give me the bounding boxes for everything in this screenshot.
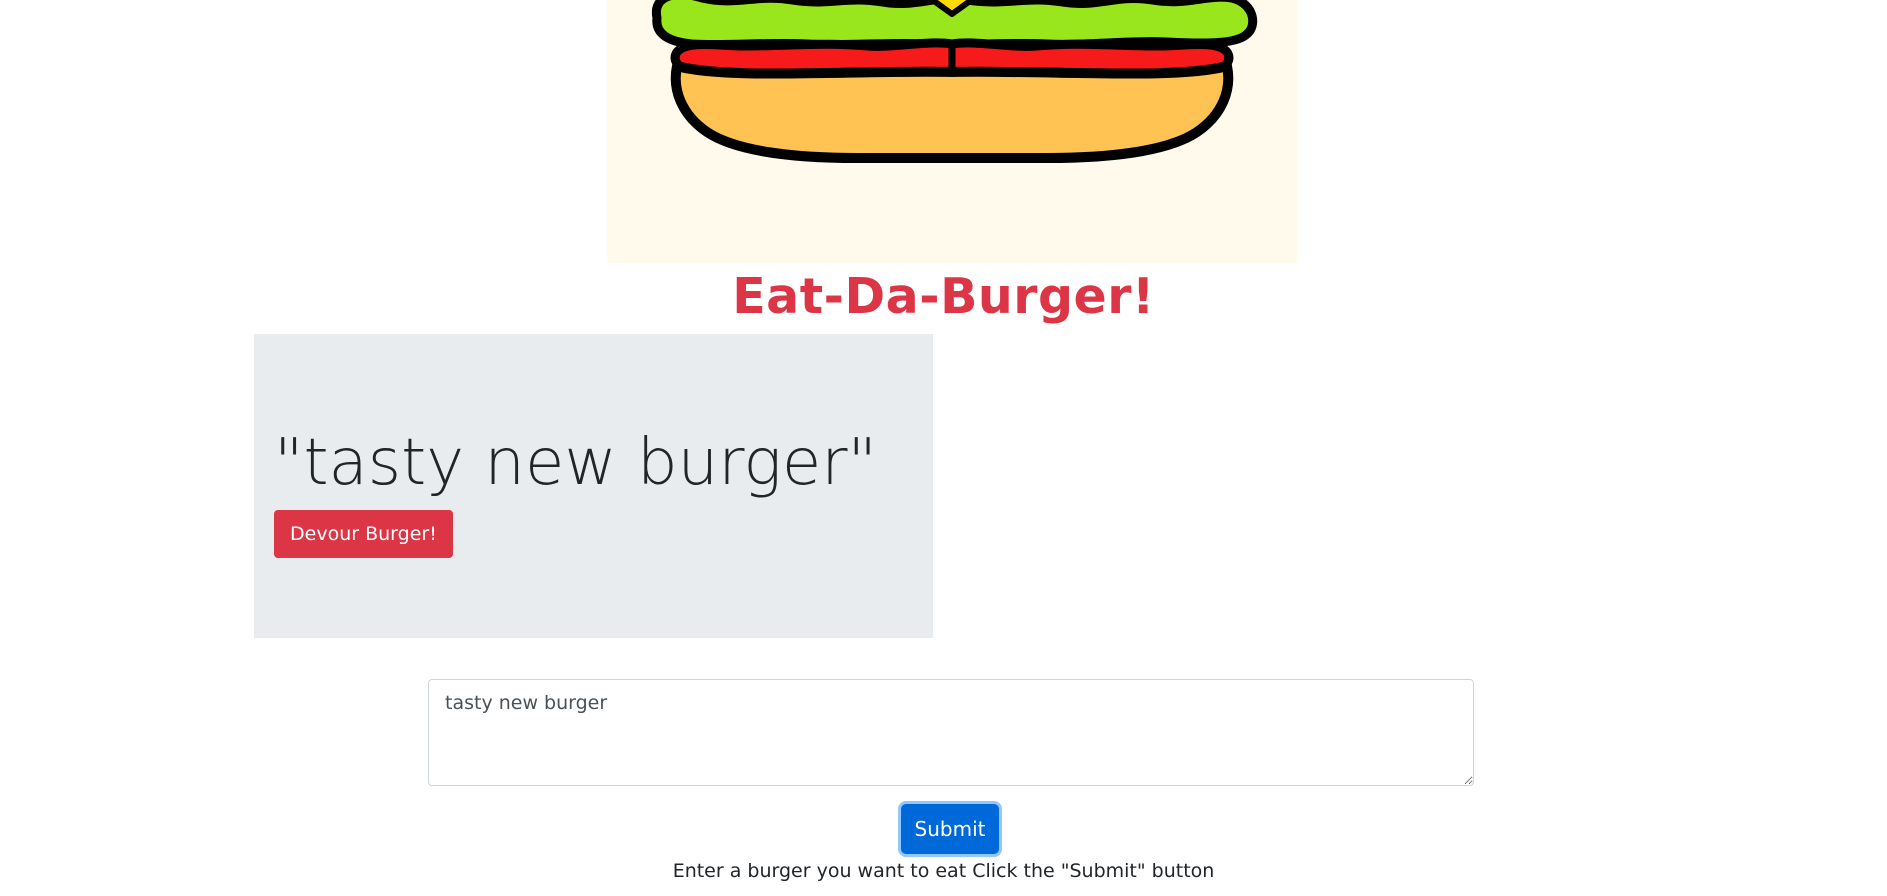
- devour-burger-button[interactable]: Devour Burger!: [274, 510, 453, 558]
- instructions-text: Enter a burger you want to eat Click the…: [672, 860, 1215, 882]
- submit-button[interactable]: Submit: [901, 804, 999, 854]
- burger-name: "tasty new burger": [274, 426, 877, 500]
- page: Eat-Da-Burger! "tasty new burger" Devour…: [0, 0, 1887, 896]
- burger-card: "tasty new burger" Devour Burger!: [254, 334, 933, 638]
- burger-logo-image: [607, 0, 1297, 263]
- burger-name-input[interactable]: tasty new burger: [428, 679, 1474, 786]
- page-title: Eat-Da-Burger!: [732, 268, 1155, 325]
- hamburger-icon: [651, 0, 1258, 163]
